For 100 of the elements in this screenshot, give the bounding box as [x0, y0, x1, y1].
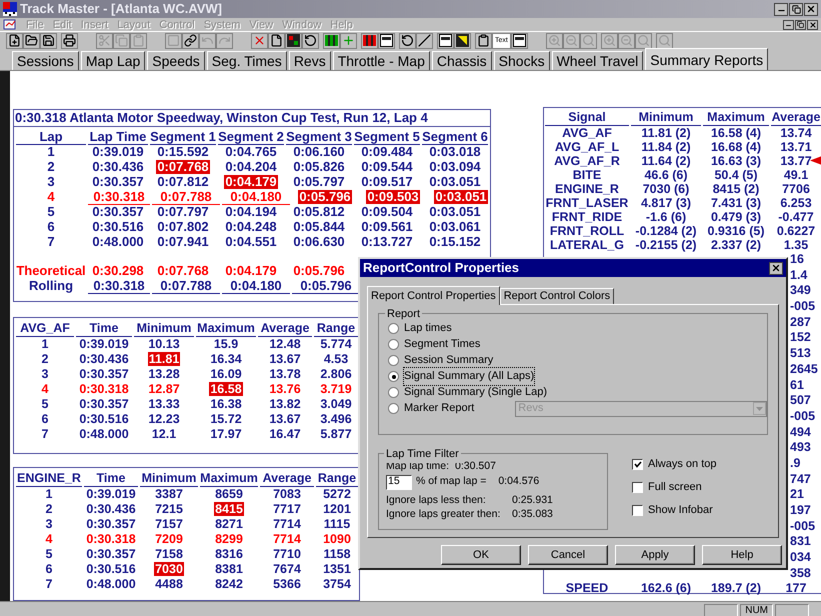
- toolbar-button[interactable]: [361, 32, 378, 48]
- radio-button[interactable]: [388, 387, 399, 398]
- grid-icon: [287, 34, 300, 47]
- table-cell: 13.28: [147, 367, 181, 381]
- toolbar-button[interactable]: [285, 32, 302, 48]
- table-cell: 16.34: [209, 352, 243, 366]
- radio-button[interactable]: [388, 355, 399, 366]
- dialog-title: ReportControl Properties: [363, 259, 520, 278]
- dialog-button[interactable]: OK: [441, 545, 521, 565]
- column-header: Minimum: [136, 321, 192, 336]
- table-cell: 16.68 (4): [710, 140, 762, 153]
- toolbar-button[interactable]: [454, 32, 471, 48]
- tab[interactable]: Sessions: [12, 51, 79, 70]
- tab[interactable]: Map Lap: [80, 51, 146, 70]
- table-cell: 0:03.051: [428, 205, 482, 219]
- radio-label[interactable]: Lap times: [404, 320, 452, 337]
- copy-icon: [115, 34, 128, 47]
- table-cell: 0:30.436: [78, 352, 130, 366]
- radio-label[interactable]: Marker Report: [404, 400, 474, 417]
- column-header: Segment 3: [286, 129, 352, 144]
- checkbox[interactable]: [632, 482, 643, 493]
- table-cell: -005: [790, 518, 816, 534]
- toolbar-button[interactable]: [323, 32, 340, 48]
- close-button[interactable]: [807, 20, 818, 30]
- toolbar-button[interactable]: [416, 32, 433, 48]
- table-cell: 3.049: [319, 397, 353, 411]
- table-cell: 349: [790, 283, 811, 300]
- rotate-icon: [304, 34, 317, 47]
- toolbar-button[interactable]: [40, 32, 57, 48]
- toolbar-button[interactable]: [61, 32, 78, 48]
- tab[interactable]: Speeds: [147, 51, 205, 70]
- toolbar-button[interactable]: [182, 32, 199, 48]
- table-cell: 0:04.180: [229, 190, 283, 204]
- table-cell: 0:03.051: [428, 175, 482, 189]
- table-cell: -0.477: [777, 210, 815, 223]
- table-cell: 0:05.796: [299, 279, 353, 293]
- radio-button[interactable]: [388, 323, 399, 334]
- toolbar-button[interactable]: [302, 32, 319, 48]
- radio-label[interactable]: Signal Summary (Single Lap): [404, 384, 548, 401]
- cut-icon: [98, 34, 111, 47]
- checkbox-label[interactable]: Show Infobar: [648, 502, 713, 519]
- toolbar-button[interactable]: [6, 32, 23, 48]
- radio-button[interactable]: [388, 339, 399, 350]
- checkbox[interactable]: [632, 459, 643, 470]
- table-cell: 21: [790, 487, 804, 503]
- checkbox-label[interactable]: Full screen: [648, 479, 702, 496]
- tab[interactable]: Seg. Times: [206, 51, 287, 70]
- minimize-button[interactable]: [783, 20, 794, 30]
- radio-button[interactable]: [388, 371, 399, 382]
- table-cell: 0:05.812: [292, 205, 346, 219]
- close-button[interactable]: [769, 262, 783, 274]
- table-cell: 7158: [154, 547, 184, 561]
- checkbox[interactable]: [632, 505, 643, 516]
- tab[interactable]: Wheel Travel: [552, 51, 644, 70]
- table-cell: 0:15.152: [428, 235, 482, 249]
- toolbar-button[interactable]: [23, 32, 40, 48]
- tab[interactable]: Throttle - Map: [332, 51, 430, 70]
- radio-label[interactable]: Signal Summary (All Laps): [404, 368, 534, 385]
- dialog-tab[interactable]: Report Control Colors: [500, 288, 614, 304]
- toolbar-button[interactable]: [475, 32, 492, 48]
- close-icon: [806, 4, 816, 14]
- restore-button[interactable]: [795, 20, 806, 30]
- dialog-button[interactable]: Help: [702, 545, 782, 565]
- table-cell: 6: [40, 412, 50, 426]
- radio-button[interactable]: [388, 403, 399, 414]
- restore-button[interactable]: [789, 2, 803, 16]
- num-lock-indicator: NUM: [740, 604, 773, 616]
- checkbox-label[interactable]: Always on top: [648, 456, 716, 473]
- dialog-button[interactable]: Apply: [615, 545, 695, 565]
- table-cell: 7083: [272, 487, 302, 501]
- tab[interactable]: Shocks: [494, 51, 550, 70]
- toolbar-button[interactable]: [437, 32, 454, 48]
- table-cell: 1: [44, 487, 54, 501]
- minimize-button[interactable]: [774, 2, 788, 16]
- table-cell: 5.877: [319, 427, 353, 441]
- toolbar-button[interactable]: [378, 32, 395, 48]
- table-cell: SPEED: [564, 581, 610, 594]
- close-button[interactable]: [804, 2, 818, 16]
- dialog-tab[interactable]: Report Control Properties: [367, 286, 500, 305]
- table-cell: 7: [46, 235, 56, 249]
- table-cell: 0:30.516: [85, 562, 137, 576]
- table-cell: 5: [44, 547, 54, 561]
- toolbar-button[interactable]: [268, 32, 285, 48]
- table-cell: LATERAL_G: [548, 238, 626, 251]
- table-cell: 0:07.941: [156, 235, 210, 249]
- tab[interactable]: Summary Reports: [645, 48, 768, 70]
- column-header: Range: [318, 471, 356, 486]
- table-cell: 12.87: [147, 382, 181, 396]
- radio-label[interactable]: Session Summary: [404, 352, 494, 369]
- table-cell: Theoretical: [15, 264, 87, 278]
- tab[interactable]: Revs: [288, 51, 331, 70]
- toolbar-button[interactable]: [399, 32, 416, 48]
- table-cell: 0:30.516: [78, 412, 130, 426]
- table-cell: 15.9: [212, 337, 240, 351]
- toolbar-button[interactable]: [510, 32, 528, 48]
- dialog-button[interactable]: Cancel: [528, 545, 608, 565]
- percent-field[interactable]: 15: [386, 474, 412, 490]
- radio-label[interactable]: Segment Times: [404, 336, 480, 353]
- tab[interactable]: Chassis: [432, 51, 492, 70]
- columns-icon: [512, 34, 526, 47]
